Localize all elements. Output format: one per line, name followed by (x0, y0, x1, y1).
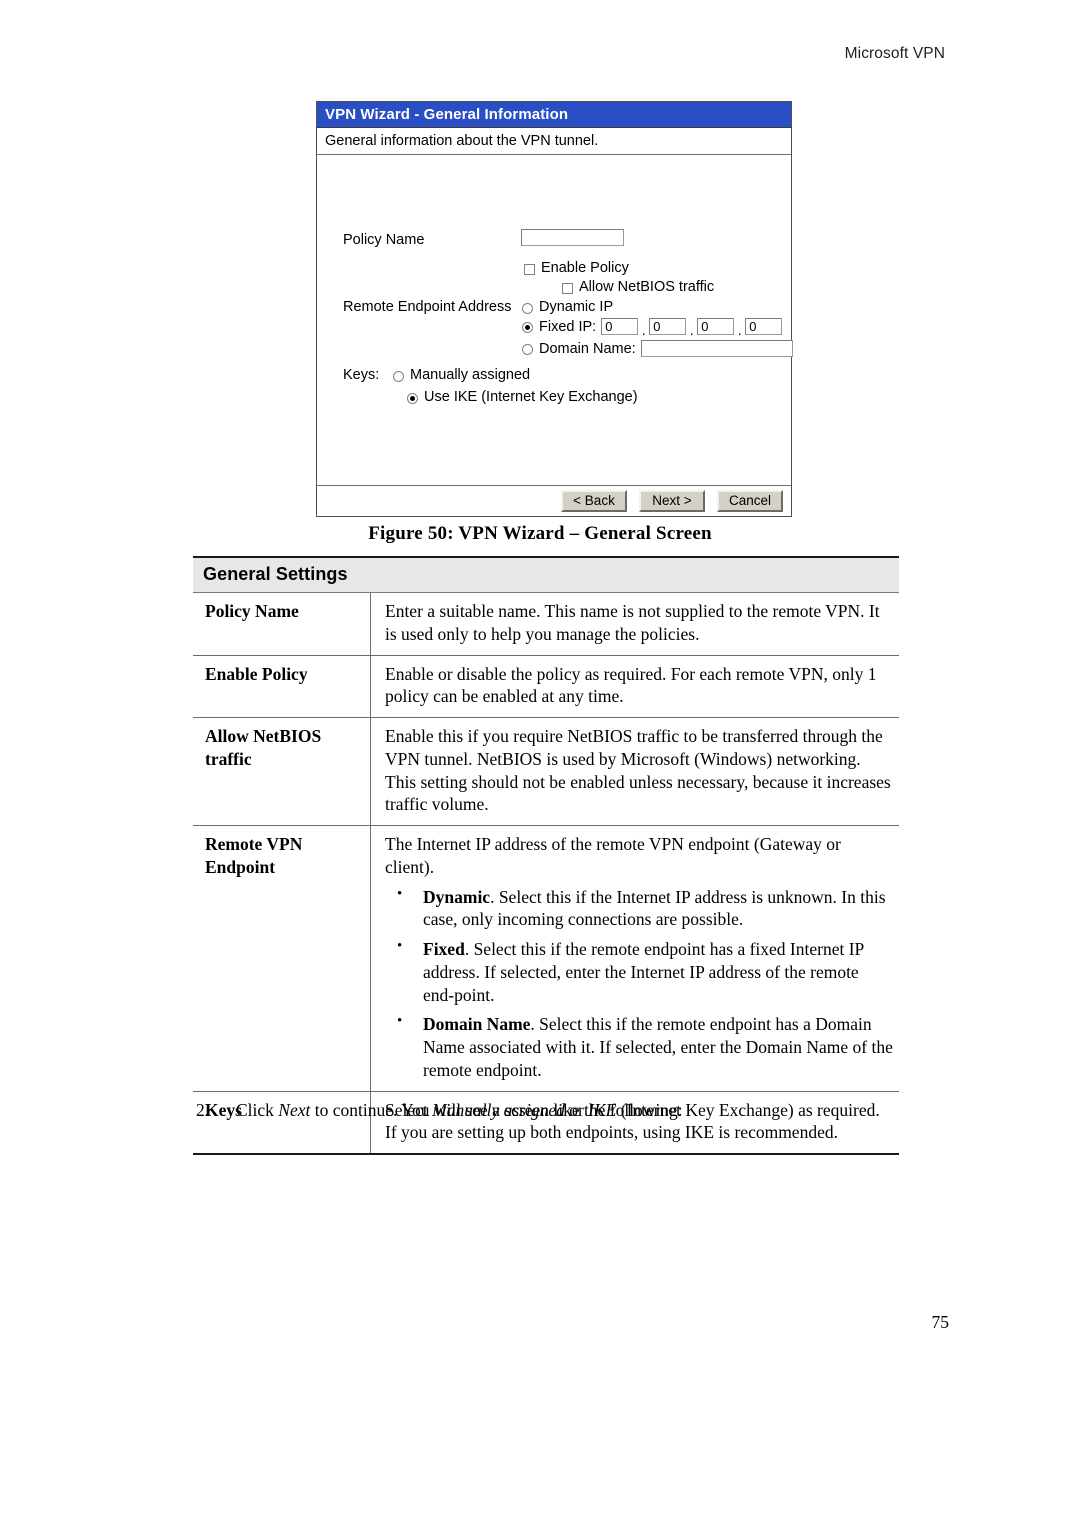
vpn-wizard-dialog: VPN Wizard - General Information General… (316, 101, 793, 517)
enable-policy-label: Enable Policy (541, 260, 629, 276)
bullet-fixed: Fixed. Select this if the remote endpoin… (385, 937, 893, 1006)
bullet-fixed-rest: . Select this if the remote endpoint has… (423, 939, 864, 1005)
policy-name-row: Policy Name (343, 232, 424, 248)
policy-name-input-wrap (521, 229, 624, 246)
table-header-row: General Settings (193, 556, 899, 593)
policy-name-label: Policy Name (343, 232, 425, 248)
dialog-subtitle-bar: General information about the VPN tunnel… (317, 128, 791, 155)
row-value-policy-name: Enter a suitable name. This name is not … (370, 592, 899, 656)
step-text-part1: Click (236, 1100, 279, 1120)
row-key-remote-endpoint: Remote VPN Endpoint (193, 825, 371, 1092)
keys-ike-row[interactable]: Use IKE (Internet Key Exchange) (407, 389, 638, 405)
figure-caption: Figure 50: VPN Wizard – General Screen (368, 523, 712, 544)
fixed-ip-radio[interactable] (522, 322, 533, 333)
bullet-domain-name: Domain Name. Select this if the remote e… (385, 1012, 893, 1081)
dialog-title: VPN Wizard - General Information (325, 106, 569, 123)
row-key-enable-policy: Enable Policy (193, 655, 371, 718)
row-value-remote-endpoint: The Internet IP address of the remote VP… (370, 825, 899, 1092)
fixed-ip-octet-4[interactable]: 0 (745, 318, 783, 335)
keys-ike-label: Use IKE (Internet Key Exchange) (424, 389, 638, 405)
domain-name-row[interactable]: Domain Name: (522, 340, 793, 357)
row-key-allow-netbios: Allow NetBIOS traffic (193, 717, 371, 826)
dynamic-ip-radio[interactable] (522, 302, 533, 314)
ip-separator-1: . (641, 321, 646, 338)
fixed-ip-octet-2[interactable]: 0 (649, 318, 687, 335)
dialog-subtitle: General information about the VPN tunnel… (325, 133, 599, 149)
enable-policy-row[interactable]: Enable Policy (524, 260, 629, 276)
dynamic-ip-label: Dynamic IP (539, 299, 614, 315)
keys-ike-radio[interactable] (407, 392, 418, 404)
remote-endpoint-bullets: Dynamic. Select this if the Internet IP … (385, 885, 893, 1082)
remote-endpoint-label: Remote Endpoint Address (343, 299, 512, 315)
keys-manual-row[interactable]: Manually assigned (393, 367, 530, 383)
dialog-body: Policy Name Enable Policy Allow NetBIOS … (317, 155, 793, 486)
step-item: 2. Click Next to continue. You will see … (196, 1100, 896, 1121)
enable-policy-checkbox[interactable] (524, 263, 535, 275)
bullet-dynamic-lead: Dynamic (423, 886, 491, 907)
domain-name-input[interactable] (640, 340, 793, 357)
dynamic-ip-row[interactable]: Dynamic IP (522, 299, 613, 315)
table-row: Allow NetBIOS traffic Enable this if you… (193, 717, 899, 826)
bullet-dynamic-rest: . Select this if the Internet IP address… (423, 886, 886, 930)
keys-label-row: Keys: (343, 367, 379, 383)
general-settings-table-wrap: General Settings Policy Name Enter a sui… (193, 556, 899, 1155)
fixed-ip-row[interactable]: Fixed IP: 0 . 0 . 0 . 0 (522, 318, 783, 338)
allow-netbios-checkbox[interactable] (562, 282, 573, 294)
step-text-italic: Next (278, 1100, 311, 1120)
row-key-policy-name: Policy Name (193, 592, 371, 656)
step-number: 2. (196, 1100, 210, 1120)
table-row: Enable Policy Enable or disable the poli… (193, 655, 899, 718)
fixed-ip-label: Fixed IP: (539, 318, 597, 335)
allow-netbios-label: Allow NetBIOS traffic (579, 279, 715, 295)
keys-manual-radio[interactable] (393, 370, 404, 382)
page-number: 75 (931, 1312, 950, 1332)
remote-endpoint-intro: The Internet IP address of the remote VP… (385, 834, 841, 877)
fixed-ip-octet-1[interactable]: 0 (601, 318, 639, 335)
remote-endpoint-label-row: Remote Endpoint Address (343, 299, 511, 315)
running-header: Microsoft VPN (844, 45, 945, 62)
allow-netbios-row[interactable]: Allow NetBIOS traffic (562, 279, 714, 295)
row-value-allow-netbios: Enable this if you require NetBIOS traff… (370, 717, 899, 826)
next-button[interactable]: Next > (639, 490, 705, 512)
dialog-button-bar: < Back Next > Cancel (317, 486, 791, 516)
keys-label: Keys: (343, 367, 380, 383)
bullet-dynamic: Dynamic. Select this if the Internet IP … (385, 885, 893, 932)
domain-name-label: Domain Name: (539, 340, 636, 357)
keys-manual-label: Manually assigned (410, 367, 531, 383)
row-value-enable-policy: Enable or disable the policy as required… (370, 655, 899, 718)
table-row: Remote VPN Endpoint The Internet IP addr… (193, 825, 899, 1092)
bullet-domain-name-lead: Domain Name (423, 1014, 531, 1035)
policy-name-input[interactable] (521, 229, 624, 246)
dialog-titlebar: VPN Wizard - General Information (317, 102, 791, 128)
back-button[interactable]: < Back (561, 490, 627, 512)
table-row: Policy Name Enter a suitable name. This … (193, 592, 899, 656)
general-settings-table: General Settings Policy Name Enter a sui… (193, 556, 899, 1155)
ip-separator-2: . (689, 321, 694, 338)
fixed-ip-octet-3[interactable]: 0 (697, 318, 735, 335)
cancel-button[interactable]: Cancel (717, 490, 783, 512)
step-text: Click Next to continue. You will see a s… (236, 1100, 896, 1121)
table-header-label: General Settings (193, 556, 899, 593)
step-text-part2: to continue. You will see a screen like … (310, 1100, 683, 1120)
bullet-fixed-lead: Fixed (423, 939, 465, 959)
domain-name-radio[interactable] (522, 344, 533, 355)
ip-separator-3: . (737, 321, 742, 338)
